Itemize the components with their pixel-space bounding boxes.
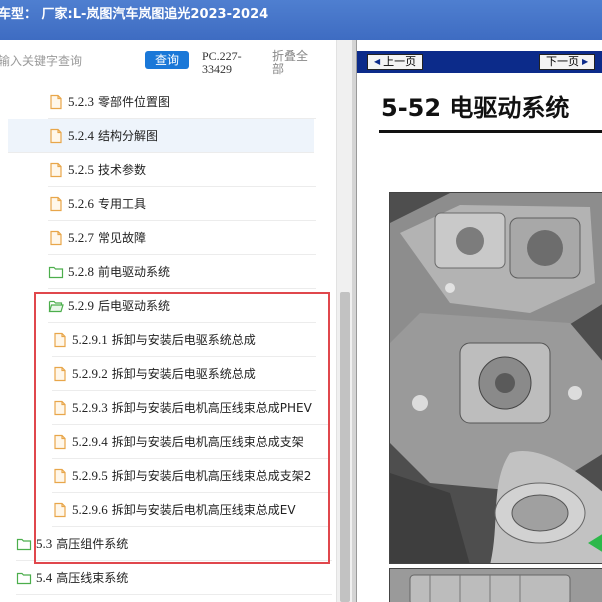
tree-item[interactable]: 5.2.7 常见故障 bbox=[48, 221, 316, 255]
tree-item-number: 5.2.9.5 bbox=[72, 467, 108, 483]
exploded-view-figure bbox=[389, 192, 602, 564]
tree-item[interactable]: 5.2.9.3 拆卸与安装后电机高压线束总成PHEV bbox=[52, 391, 328, 425]
window-title: 车型： 厂家:L-岚图汽车岚图追光2023-2024 bbox=[0, 7, 269, 22]
tree-item-label: 常见故障 bbox=[98, 231, 147, 245]
file-icon bbox=[52, 366, 68, 382]
tree-item[interactable]: 5.2.3 零部件位置图 bbox=[48, 85, 316, 119]
navigation-pane: 查询 PC.227-33429 折叠全部 5.2.3 零部件位置图 5.2.4 结构分… bbox=[0, 40, 352, 602]
tree-item-number: 5.2.9.6 bbox=[72, 501, 108, 517]
triangle-left-icon: ◀ bbox=[374, 57, 381, 66]
prev-page-button[interactable]: ◀ 上一页 bbox=[367, 54, 424, 70]
tree-item-label: 零部件位置图 bbox=[98, 95, 171, 109]
tree-item-label: 高压线束系统 bbox=[56, 571, 129, 585]
tree-item[interactable]: 5.2.9.6 拆卸与安装后电机高压线束总成EV bbox=[52, 493, 328, 527]
tree-item-label: 前电驱动系统 bbox=[98, 265, 171, 279]
tree-item-label: 拆卸与安装后电机高压线束总成支架 bbox=[111, 435, 304, 449]
file-icon bbox=[48, 162, 64, 178]
tree-item[interactable]: 5.2.6 专用工具 bbox=[48, 187, 316, 221]
title-rule bbox=[379, 130, 602, 133]
tree-item-number: 5.2.4 bbox=[68, 127, 94, 143]
tree-item-number: 5.2.6 bbox=[68, 195, 94, 211]
tree-item-number: 5.2.5 bbox=[68, 161, 94, 177]
title-bar: 车型： 厂家:L-岚图汽车岚图追光2023-2024 bbox=[0, 0, 602, 40]
tree-item-number: 5.2.3 bbox=[68, 93, 94, 109]
next-page-label: 下一页 bbox=[546, 55, 579, 68]
tree-item-number: 5.3 bbox=[36, 535, 53, 551]
tree-item-label: 拆卸与安装后电驱系统总成 bbox=[111, 333, 256, 347]
tree-item-label: 结构分解图 bbox=[98, 129, 159, 143]
folder-icon bbox=[16, 570, 32, 586]
tree-item[interactable]: 5.2.5 技术参数 bbox=[48, 153, 316, 187]
tree-item-label: 拆卸与安装后电机高压线束总成支架2 bbox=[111, 469, 312, 483]
drive-unit-illustration bbox=[390, 193, 602, 563]
file-icon bbox=[52, 468, 68, 484]
file-icon bbox=[52, 332, 68, 348]
tree-item[interactable]: 5.2.9.2 拆卸与安装后电驱系统总成 bbox=[52, 357, 316, 391]
folder-icon bbox=[16, 536, 32, 552]
file-icon bbox=[48, 196, 64, 212]
tree-item-label: 拆卸与安装后电机高压线束总成EV bbox=[111, 503, 296, 517]
search-input[interactable] bbox=[0, 48, 138, 74]
tree-item-number: 5.2.9.1 bbox=[72, 331, 108, 347]
tree-item-number: 5.2.8 bbox=[68, 263, 94, 279]
tree-item-label: 专用工具 bbox=[98, 197, 147, 211]
tree-item-number: 5.2.9.4 bbox=[72, 433, 108, 449]
page-toolbar: ◀ 上一页 下一页 ▶ bbox=[357, 51, 602, 73]
file-icon bbox=[52, 400, 68, 416]
folder-icon bbox=[48, 264, 64, 280]
document-viewer: ◀ 上一页 下一页 ▶ 5-52 电驱动系统 bbox=[356, 40, 602, 602]
tree-item-label: 技术参数 bbox=[98, 163, 147, 177]
file-icon bbox=[52, 434, 68, 450]
tree-item[interactable]: 5.4 高压线束系统 bbox=[16, 561, 332, 595]
tree-item-number: 5.2.9.2 bbox=[72, 365, 108, 381]
file-icon bbox=[52, 502, 68, 518]
tree-item-label: 高压组件系统 bbox=[56, 537, 129, 551]
tree-item[interactable]: 5.2.9 后电驱动系统 bbox=[48, 289, 316, 323]
file-icon bbox=[48, 230, 64, 246]
scrollbar-thumb[interactable] bbox=[340, 292, 350, 602]
page-title: 5-52 电驱动系统 bbox=[381, 94, 570, 122]
search-row: 查询 PC.227-33429 折叠全部 bbox=[0, 40, 336, 82]
secondary-figure bbox=[389, 568, 602, 602]
tree-item[interactable]: 5.2.9.4 拆卸与安装后电机高压线束总成支架 bbox=[52, 425, 328, 459]
tree-scrollbar[interactable] bbox=[336, 40, 352, 602]
document-code: PC.227-33429 bbox=[202, 49, 242, 76]
tree-item-label: 拆卸与安装后电驱系统总成 bbox=[111, 367, 256, 381]
file-icon bbox=[48, 128, 64, 144]
tree-item[interactable]: 5.2.8 前电驱动系统 bbox=[48, 255, 316, 289]
file-icon bbox=[48, 94, 64, 110]
tree-item[interactable]: 5.3 高压组件系统 bbox=[16, 527, 332, 561]
tree-item-number: 5.2.9.3 bbox=[72, 399, 108, 415]
next-page-button[interactable]: 下一页 ▶ bbox=[539, 54, 596, 70]
prev-page-label: 上一页 bbox=[383, 55, 417, 68]
component-illustration bbox=[390, 569, 602, 602]
collapse-all-button[interactable]: 折叠全部 bbox=[272, 50, 312, 76]
search-button[interactable]: 查询 bbox=[145, 51, 189, 69]
tree-item[interactable]: 5.2.9.5 拆卸与安装后电机高压线束总成支架2 bbox=[52, 459, 328, 493]
folder-open-icon bbox=[48, 298, 64, 314]
tree-item-label: 后电驱动系统 bbox=[98, 299, 171, 313]
tree-item-number: 5.2.9 bbox=[68, 297, 94, 313]
tree-item-label: 拆卸与安装后电机高压线束总成PHEV bbox=[111, 401, 312, 415]
tree-item[interactable]: 5.2.9.1 拆卸与安装后电驱系统总成 bbox=[52, 323, 316, 357]
tree-item-number: 5.4 bbox=[36, 569, 53, 585]
tree-item-number: 5.2.7 bbox=[68, 229, 94, 245]
tree-item[interactable]: 5.2.4 结构分解图 bbox=[8, 119, 314, 153]
triangle-right-icon: ▶ bbox=[582, 57, 589, 66]
